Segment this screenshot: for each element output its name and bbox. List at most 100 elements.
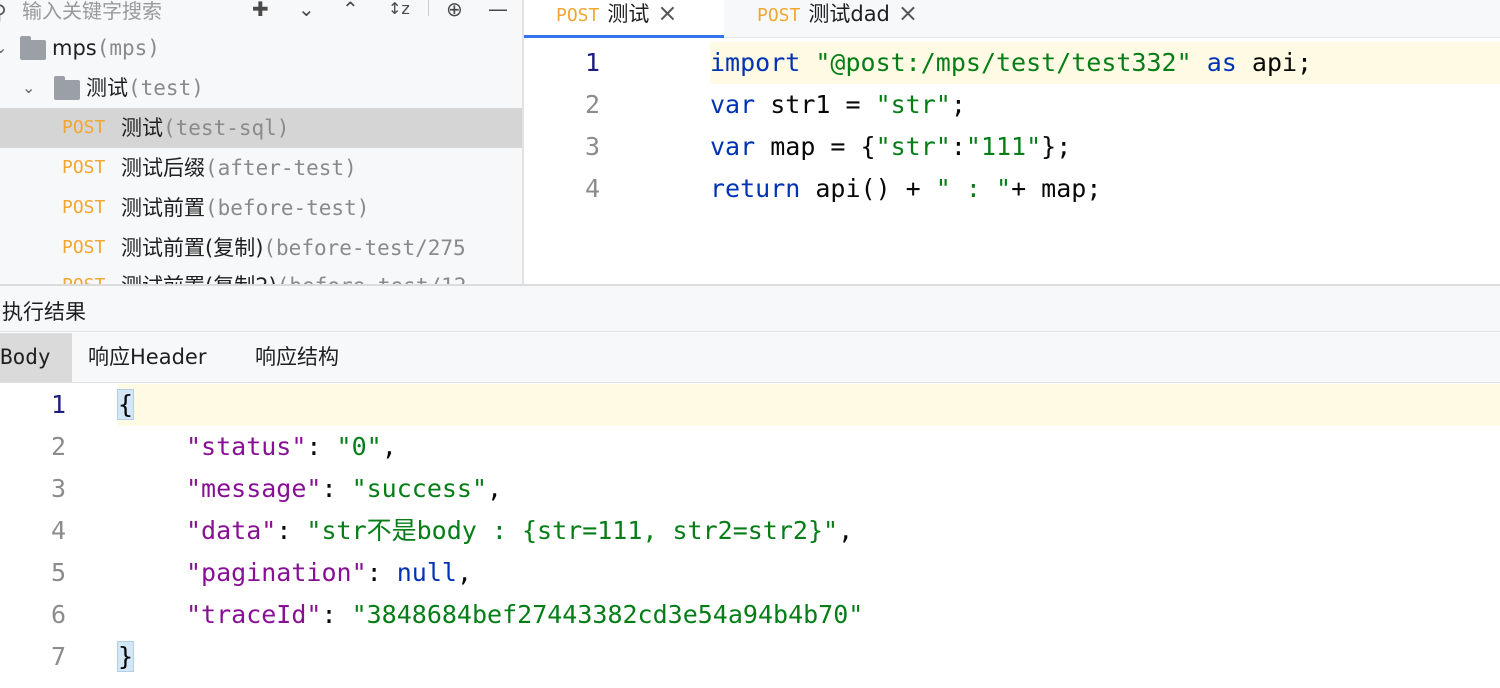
line-number: 3	[50, 474, 66, 503]
code-line: import "@post:/mps/test/test332" as api;	[710, 42, 1312, 84]
group-path: (test)	[128, 76, 204, 100]
tab-label: 响应结构	[255, 345, 339, 369]
json-key: "status"	[186, 432, 307, 461]
item-path: (test-sql)	[163, 116, 290, 140]
chevron-down-icon[interactable]: ⌄	[0, 28, 7, 68]
string-literal: "str"	[875, 132, 951, 161]
line-number: 6	[50, 600, 66, 629]
root-path: (mps)	[96, 36, 160, 60]
chevron-down-icon[interactable]: ⌄	[22, 68, 35, 108]
code-text: ;	[950, 90, 966, 119]
item-name: 测试	[121, 116, 163, 140]
json-line: {	[116, 384, 135, 426]
tree-toolbar: ⚲ ✚ ⌄ ⌃ ↕z ⊕ —	[0, 0, 522, 24]
line-number: 1	[50, 390, 66, 419]
json-key: "traceId"	[186, 600, 322, 629]
item-label: 测试前置(before-test)	[121, 188, 369, 228]
method-badge: POST	[62, 117, 106, 138]
tab-label: 响应Header	[88, 345, 207, 369]
tab-test[interactable]: POST 测试 ×	[524, 0, 724, 38]
tab-method: POST	[757, 5, 801, 26]
code-text: str1 =	[770, 90, 876, 119]
string-literal: "@post:/mps/test/test332"	[815, 48, 1192, 77]
json-key: "pagination"	[186, 558, 367, 587]
tree-item-before-test-copy2[interactable]: POST 测试前置(复制2)(before-test/12	[0, 266, 522, 284]
json-line: "data": "str不是body : {str=111, str2=str2…	[186, 516, 854, 545]
tree-node-root-label: mps(mps)	[52, 28, 160, 68]
json-line: "traceId": "3848684bef27443382cd3e54a94b…	[186, 600, 864, 629]
open-brace: {	[116, 389, 135, 420]
json-line: "pagination": null,	[186, 558, 473, 587]
expand-all-icon[interactable]: ⌄	[298, 0, 315, 20]
collapse-all-icon[interactable]: ⌃	[342, 0, 359, 20]
close-brace: }	[116, 641, 135, 672]
tab-label: 测试dad	[808, 2, 890, 26]
item-path: (before-test)	[205, 196, 370, 220]
code-text: api() +	[815, 174, 936, 203]
method-badge: POST	[62, 157, 106, 178]
item-path: (before-test/12	[277, 274, 467, 284]
line-number: 3	[584, 132, 600, 161]
close-icon[interactable]: ×	[657, 0, 677, 27]
api-tree-panel: ⚲ ✚ ⌄ ⌃ ↕z ⊕ — ⌄ mps(mps) ⌄ 测试(test) POS…	[0, 0, 522, 284]
current-line-highlight	[118, 384, 1500, 426]
sort-icon[interactable]: ↕z	[388, 0, 410, 20]
tree-item-before-test[interactable]: POST 测试前置(before-test)	[0, 188, 522, 228]
tree-node-group[interactable]: ⌄ 测试(test)	[0, 68, 522, 108]
json-value: null	[396, 558, 457, 587]
method-badge: POST	[62, 266, 105, 284]
code-text: + map;	[1011, 174, 1102, 203]
line-number: 7	[50, 642, 66, 671]
keyword: var	[710, 90, 756, 119]
json-line: "status": "0",	[186, 432, 397, 461]
line-number: 4	[50, 516, 66, 545]
item-label: 测试前置(复制2)(before-test/12	[121, 266, 466, 284]
tab-body[interactable]: Body	[0, 333, 72, 382]
close-icon[interactable]: ×	[898, 0, 918, 27]
method-badge: POST	[62, 197, 106, 218]
json-value: "str不是body : {str=111, str2=str2}"	[306, 516, 839, 545]
code-line: var map = {"str":"111"};	[710, 126, 1071, 168]
group-name: 测试	[86, 76, 128, 100]
code-line: var str1 = "str";	[710, 84, 966, 126]
tab-testdad[interactable]: POST 测试dad ×	[724, 0, 918, 38]
json-value: "success"	[351, 474, 488, 503]
tab-label: Body	[0, 345, 51, 369]
code-area[interactable]: import "@post:/mps/test/test332" as api;…	[710, 40, 1500, 284]
json-line: "message": "success",	[186, 474, 503, 503]
line-number: 1	[584, 48, 600, 77]
result-line-gutter: 1 2 3 4 5 6 7	[0, 384, 118, 688]
keyword: as	[1206, 48, 1237, 77]
line-number: 5	[50, 558, 66, 587]
tab-response-structure[interactable]: 响应结构	[255, 333, 339, 382]
line-number: 2	[584, 90, 600, 119]
search-icon: ⚲	[0, 0, 7, 24]
json-key: "data"	[186, 516, 277, 545]
string-literal: "111"	[965, 132, 1042, 161]
json-value: "0"	[336, 432, 382, 461]
line-number: 4	[584, 174, 600, 203]
response-body-viewer[interactable]: { "status": "0", "message": "success", "…	[116, 384, 1500, 688]
tree-item-before-test-copy[interactable]: POST 测试前置(复制)(before-test/275	[0, 228, 522, 268]
locate-icon[interactable]: ⊕	[446, 0, 463, 20]
code-text: api;	[1251, 48, 1313, 77]
folder-icon	[54, 76, 80, 100]
line-number: 2	[50, 432, 66, 461]
tree-item-after-test[interactable]: POST 测试后缀(after-test)	[0, 148, 522, 188]
tree-item-test-sql[interactable]: POST 测试(test-sql)	[0, 108, 522, 148]
string-literal: " : "	[935, 174, 1012, 203]
tab-label: 测试	[607, 2, 650, 26]
editor-tabs: POST 测试 × POST 测试dad ×	[524, 0, 1500, 38]
item-name: 测试前置(复制)	[121, 236, 264, 260]
root-name: mps	[52, 36, 97, 60]
json-key: "message"	[186, 474, 322, 503]
search-input[interactable]	[22, 0, 222, 24]
result-panel-header: 执行结果	[0, 286, 1500, 332]
tab-response-header[interactable]: 响应Header	[88, 333, 206, 382]
json-value: "3848684bef27443382cd3e54a94b4b70"	[351, 600, 864, 629]
minimize-icon[interactable]: —	[488, 0, 508, 20]
add-icon[interactable]: ✚	[252, 0, 269, 20]
item-label: 测试(test-sql)	[121, 108, 289, 148]
item-name: 测试前置	[121, 196, 205, 220]
tree-node-root[interactable]: ⌄ mps(mps)	[0, 28, 522, 68]
